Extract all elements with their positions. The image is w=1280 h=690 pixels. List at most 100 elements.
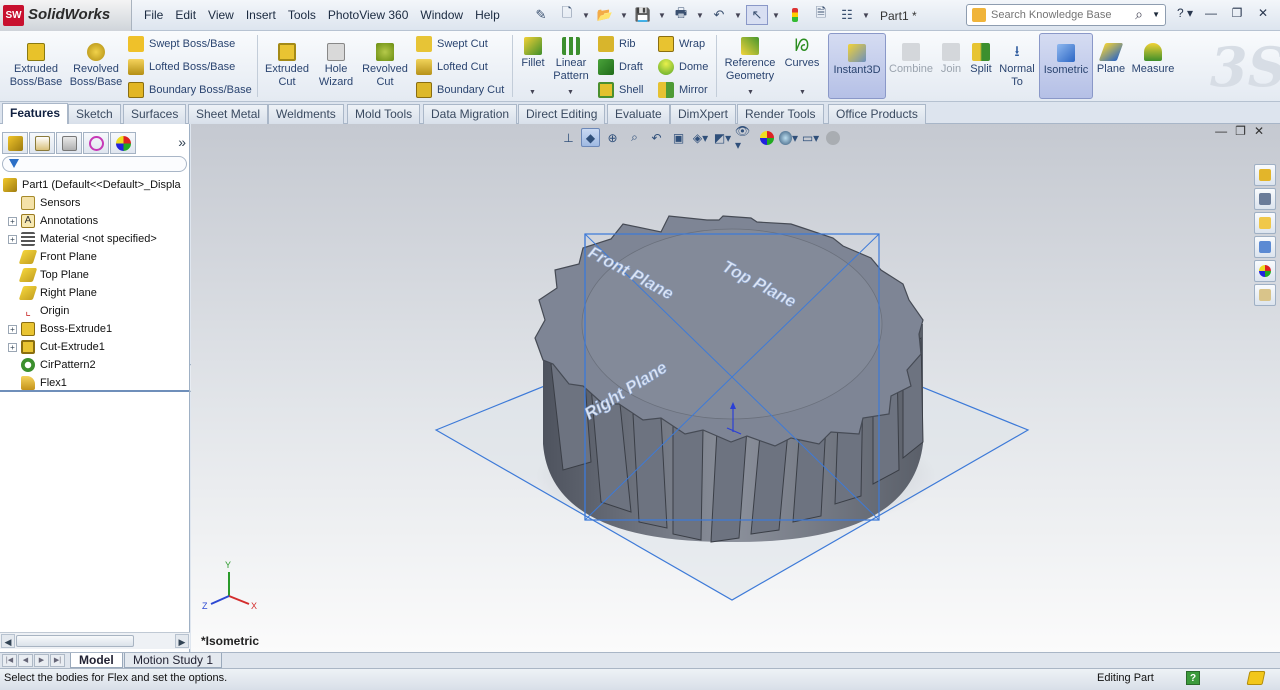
tab-dimxpert[interactable]: DimXpert	[670, 104, 737, 124]
display-manager-tab[interactable]	[110, 132, 136, 154]
rib-button[interactable]: Rib	[598, 34, 636, 54]
tab-evaluate[interactable]: Evaluate	[607, 104, 670, 124]
expand-icon[interactable]: +	[8, 324, 17, 334]
menu-view[interactable]: View	[202, 8, 240, 22]
hole-wizard-button[interactable]: Hole Wizard	[314, 43, 358, 89]
dimxpert-manager-tab[interactable]	[83, 132, 109, 154]
scrollbar-thumb[interactable]	[16, 635, 134, 647]
tab-render-tools[interactable]: Render Tools	[737, 104, 824, 124]
menu-window[interactable]: Window	[414, 8, 469, 22]
chevron-down-icon[interactable]: ▼	[1152, 10, 1160, 19]
tab-data-migration[interactable]: Data Migration	[423, 104, 518, 124]
search-icon[interactable]: ⌕	[1135, 6, 1143, 23]
chevron-down-icon[interactable]: ▼	[734, 11, 742, 20]
search-input[interactable]	[991, 7, 1131, 23]
solidworks-logo[interactable]: SW SolidWorks	[0, 0, 132, 31]
expand-icon[interactable]: +	[8, 216, 17, 226]
tree-item-annotations[interactable]: + A Annotations	[8, 212, 98, 230]
tab-model[interactable]: Model	[70, 653, 123, 668]
graphics-area[interactable]: ⊥ ◆ ⊕ ⌕ ↶ ▣ ◈▾ ◩▾ 👁▾ ▾ ▭▾ — ❐ ✕ Front Pl…	[191, 124, 1280, 652]
restore-icon[interactable]: ❐	[1228, 6, 1246, 20]
horizontal-scrollbar[interactable]: ◀ ▶	[0, 632, 190, 649]
chevron-down-icon[interactable]: ▼	[658, 11, 666, 20]
extruded-boss-button[interactable]: Extruded Boss/Base	[8, 43, 64, 89]
prev-tab-icon[interactable]: ◀	[18, 654, 33, 667]
isometric-button[interactable]: Isometric	[1039, 33, 1093, 99]
tree-item-flex1[interactable]: Flex1	[8, 374, 67, 392]
lofted-boss-button[interactable]: Lofted Boss/Base	[128, 57, 235, 77]
split-button[interactable]: Split	[966, 43, 996, 76]
help-question-icon[interactable]: ? ▾	[1176, 6, 1194, 20]
chevron-down-icon[interactable]: ▼	[696, 11, 704, 20]
lofted-cut-button[interactable]: Lofted Cut	[416, 57, 488, 77]
combine-button[interactable]: Combine	[889, 43, 933, 76]
select-cursor-icon[interactable]: ↖	[746, 5, 768, 25]
property-manager-tab[interactable]	[29, 132, 55, 154]
revolved-boss-button[interactable]: Revolved Boss/Base	[68, 43, 124, 89]
expand-icon[interactable]: +	[8, 342, 17, 352]
boundary-boss-button[interactable]: Boundary Boss/Base	[128, 80, 252, 100]
next-tab-icon[interactable]: ▶	[34, 654, 49, 667]
chevron-down-icon[interactable]: ▼	[772, 11, 780, 20]
revolved-cut-button[interactable]: Revolved Cut	[360, 43, 410, 89]
undo-icon[interactable]: ↶	[708, 5, 730, 25]
gear-model-view[interactable]: Front Plane Top Plane Right Plane Y X Z	[191, 124, 1280, 652]
shell-button[interactable]: Shell	[598, 80, 643, 100]
chevron-down-icon[interactable]: ▼	[582, 11, 590, 20]
tree-item-cirpattern2[interactable]: CirPattern2	[8, 356, 96, 374]
tree-item-material[interactable]: + Material <not specified>	[8, 230, 157, 248]
print-icon[interactable]: 🖶	[670, 5, 692, 25]
chevron-down-icon[interactable]: ▼	[747, 89, 754, 96]
quick-tips-help-icon[interactable]: ?	[1186, 671, 1200, 685]
menu-photoview[interactable]: PhotoView 360	[322, 8, 415, 22]
tree-item-front-plane[interactable]: Front Plane	[8, 248, 97, 266]
plane-button[interactable]: Plane	[1096, 43, 1126, 76]
boundary-cut-button[interactable]: Boundary Cut	[416, 80, 504, 100]
chevron-down-icon[interactable]: ▼	[529, 89, 536, 96]
instant3d-button[interactable]: Instant3D	[828, 33, 886, 99]
join-button[interactable]: Join	[936, 43, 966, 76]
chevron-down-icon[interactable]: ▼	[567, 89, 574, 96]
tab-surfaces[interactable]: Surfaces	[123, 104, 187, 124]
tree-item-cut-extrude1[interactable]: + Cut-Extrude1	[8, 338, 105, 356]
options-icon[interactable]: ☷	[836, 5, 858, 25]
swept-cut-button[interactable]: Swept Cut	[416, 34, 488, 54]
pin-icon[interactable]: ✎	[530, 5, 552, 25]
tree-root-part[interactable]: Part1 (Default<<Default>_Displa	[3, 176, 181, 194]
first-tab-icon[interactable]: |◀	[2, 654, 17, 667]
tree-item-top-plane[interactable]: Top Plane	[8, 266, 89, 284]
tab-mold-tools[interactable]: Mold Tools	[347, 104, 421, 124]
tree-item-boss-extrude1[interactable]: + Boss-Extrude1	[8, 320, 112, 338]
search-knowledge-base[interactable]: ⌕ ▼	[966, 4, 1166, 26]
feature-tree-filter[interactable]	[2, 156, 187, 172]
feature-manager-tab[interactable]	[2, 132, 28, 154]
chevron-right-double-icon[interactable]: »	[178, 134, 186, 150]
chevron-down-icon[interactable]: ▼	[620, 11, 628, 20]
curves-button[interactable]: ᘗ Curves	[782, 37, 822, 70]
close-icon[interactable]: ✕	[1254, 6, 1272, 20]
tree-item-origin[interactable]: ⌞ Origin	[8, 302, 69, 320]
tab-direct-editing[interactable]: Direct Editing	[518, 104, 606, 124]
minimize-icon[interactable]: —	[1202, 6, 1220, 20]
tab-motion-study[interactable]: Motion Study 1	[124, 653, 223, 668]
tab-sketch[interactable]: Sketch	[68, 104, 121, 124]
chevron-down-icon[interactable]: ▼	[799, 89, 806, 96]
tag-icon[interactable]	[1246, 671, 1266, 685]
scroll-right-icon[interactable]: ▶	[175, 634, 189, 648]
dome-button[interactable]: Dome	[658, 57, 708, 77]
menu-insert[interactable]: Insert	[240, 8, 282, 22]
scroll-left-icon[interactable]: ◀	[1, 634, 15, 648]
swept-boss-button[interactable]: Swept Boss/Base	[128, 34, 235, 54]
last-tab-icon[interactable]: ▶|	[50, 654, 65, 667]
tab-office-products[interactable]: Office Products	[828, 104, 926, 124]
menu-help[interactable]: Help	[469, 8, 506, 22]
extruded-cut-button[interactable]: Extruded Cut	[262, 43, 312, 89]
configuration-manager-tab[interactable]	[56, 132, 82, 154]
mirror-button[interactable]: Mirror	[658, 80, 708, 100]
menu-file[interactable]: File	[138, 8, 169, 22]
tree-item-right-plane[interactable]: Right Plane	[8, 284, 97, 302]
tab-weldments[interactable]: Weldments	[268, 104, 344, 124]
menu-edit[interactable]: Edit	[169, 8, 202, 22]
file-properties-icon[interactable]: 🗎	[810, 5, 832, 25]
rebuild-traffic-light-icon[interactable]	[784, 5, 806, 25]
